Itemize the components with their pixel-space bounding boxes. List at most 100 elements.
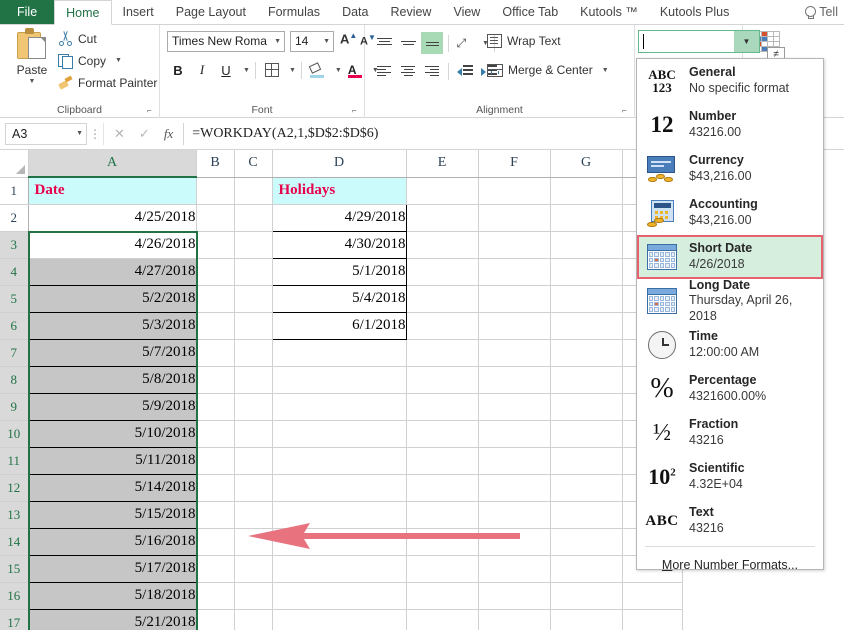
cell-e11[interactable] xyxy=(406,447,479,475)
tab-kutools-plus[interactable]: Kutools Plus xyxy=(649,0,740,24)
font-color-button[interactable]: A xyxy=(344,59,366,81)
cell-a1[interactable]: Date xyxy=(28,177,197,205)
cell-d17[interactable] xyxy=(272,609,407,630)
cell-b17[interactable] xyxy=(196,609,235,630)
cell-e9[interactable] xyxy=(406,393,479,421)
column-header-f[interactable]: F xyxy=(478,150,551,178)
cell-b16[interactable] xyxy=(196,582,235,610)
cell-b2[interactable] xyxy=(196,204,235,232)
align-center-button[interactable] xyxy=(397,60,419,82)
tab-kutools[interactable]: Kutools ™ xyxy=(569,0,649,24)
cell-g7[interactable] xyxy=(550,339,623,367)
row-header[interactable]: 8 xyxy=(0,366,29,394)
menu-item-short-date[interactable]: Short Date 4/26/2018 xyxy=(637,235,823,279)
menu-item-percentage[interactable]: % Percentage 4321600.00% xyxy=(637,367,823,411)
cell-a13[interactable]: 5/15/2018 xyxy=(27,500,197,529)
name-box[interactable]: A3 ▼ xyxy=(5,122,87,145)
cell-c10[interactable] xyxy=(234,420,273,448)
cell-g1[interactable] xyxy=(550,177,623,205)
copy-button[interactable]: Copy ▼ xyxy=(58,53,122,69)
cell-c5[interactable] xyxy=(234,285,273,313)
cell-a17[interactable]: 5/21/2018 xyxy=(27,608,197,630)
cell-f7[interactable] xyxy=(478,339,551,367)
row-header[interactable]: 11 xyxy=(0,447,29,475)
cell-d8[interactable] xyxy=(272,366,407,394)
cell-g4[interactable] xyxy=(550,258,623,286)
cell-g17[interactable] xyxy=(550,609,623,630)
number-format-value[interactable] xyxy=(639,31,734,52)
cell-c1[interactable] xyxy=(234,177,273,205)
row-header[interactable]: 15 xyxy=(0,555,29,583)
cell-f8[interactable] xyxy=(478,366,551,394)
cell-a5[interactable]: 5/2/2018 xyxy=(27,284,197,313)
cell-e7[interactable] xyxy=(406,339,479,367)
cell-e3[interactable] xyxy=(406,231,479,259)
cell-h17[interactable] xyxy=(622,609,683,630)
cell-f11[interactable] xyxy=(478,447,551,475)
font-dialog-launcher-icon[interactable]: ⌐ xyxy=(352,106,361,115)
wrap-text-button[interactable]: Wrap Text xyxy=(487,34,561,48)
cell-d15[interactable] xyxy=(272,555,407,583)
cell-a8[interactable]: 5/8/2018 xyxy=(27,365,197,394)
cell-d11[interactable] xyxy=(272,447,407,475)
row-header[interactable]: 10 xyxy=(0,420,29,448)
column-header-d[interactable]: D xyxy=(272,150,407,178)
cell-g16[interactable] xyxy=(550,582,623,610)
cell-b4[interactable] xyxy=(196,258,235,286)
column-header-g[interactable]: G xyxy=(550,150,623,178)
cell-b10[interactable] xyxy=(196,420,235,448)
cell-c9[interactable] xyxy=(234,393,273,421)
number-format-dropdown-menu[interactable]: ABC 123 General No specific format 12 Num… xyxy=(636,58,824,572)
row-header[interactable]: 9 xyxy=(0,393,29,421)
menu-item-accounting[interactable]: Accounting $43,216.00 xyxy=(637,191,823,235)
row-header[interactable]: 3 xyxy=(0,231,29,259)
cell-f16[interactable] xyxy=(478,582,551,610)
cell-f6[interactable] xyxy=(478,312,551,340)
borders-button[interactable] xyxy=(261,59,283,81)
cell-d16[interactable] xyxy=(272,582,407,610)
cell-e17[interactable] xyxy=(406,609,479,630)
chevron-down-icon[interactable]: ▼ xyxy=(76,130,83,137)
cell-b3[interactable] xyxy=(196,231,235,259)
italic-button[interactable]: I xyxy=(191,59,213,81)
cell-a9[interactable]: 5/9/2018 xyxy=(27,392,197,421)
cell-e8[interactable] xyxy=(406,366,479,394)
cell-g14[interactable] xyxy=(550,528,623,556)
cell-d3[interactable]: 4/30/2018 xyxy=(271,230,407,259)
cell-g9[interactable] xyxy=(550,393,623,421)
row-header[interactable]: 2 xyxy=(0,204,29,232)
column-header-b[interactable]: B xyxy=(196,150,235,178)
cell-g5[interactable] xyxy=(550,285,623,313)
cell-a3[interactable]: 4/26/2018 xyxy=(28,231,197,259)
cell-f9[interactable] xyxy=(478,393,551,421)
cell-c11[interactable] xyxy=(234,447,273,475)
cell-f12[interactable] xyxy=(478,474,551,502)
cell-e10[interactable] xyxy=(406,420,479,448)
chevron-down-icon[interactable]: ▼ xyxy=(6,78,58,85)
cell-c12[interactable] xyxy=(234,474,273,502)
cell-e6[interactable] xyxy=(406,312,479,340)
menu-item-long-date[interactable]: Long Date Thursday, April 26, 2018 xyxy=(637,278,823,323)
cell-d7[interactable] xyxy=(272,339,407,367)
insert-function-icon[interactable]: fx xyxy=(164,126,173,142)
menu-item-fraction[interactable]: ½ Fraction 43216 xyxy=(637,411,823,455)
tab-office-tab[interactable]: Office Tab xyxy=(491,0,569,24)
number-format-combo[interactable]: ▼ xyxy=(638,30,760,53)
cell-e15[interactable] xyxy=(406,555,479,583)
cell-c3[interactable] xyxy=(234,231,273,259)
cell-d4[interactable]: 5/1/2018 xyxy=(271,257,407,286)
row-header[interactable]: 6 xyxy=(0,312,29,340)
cell-c17[interactable] xyxy=(234,609,273,630)
menu-item-currency[interactable]: Currency $43,216.00 xyxy=(637,147,823,191)
cell-g8[interactable] xyxy=(550,366,623,394)
row-header[interactable]: 7 xyxy=(0,339,29,367)
cell-d2[interactable]: 4/29/2018 xyxy=(271,203,407,232)
cell-g3[interactable] xyxy=(550,231,623,259)
align-middle-button[interactable] xyxy=(397,32,419,54)
chevron-down-icon[interactable]: ▼ xyxy=(335,67,342,74)
menu-item-number[interactable]: 12 Number 43216.00 xyxy=(637,103,823,147)
tell-me-box[interactable]: Tell xyxy=(804,0,844,24)
cell-c4[interactable] xyxy=(234,258,273,286)
cell-c15[interactable] xyxy=(234,555,273,583)
row-header[interactable]: 14 xyxy=(0,528,29,556)
